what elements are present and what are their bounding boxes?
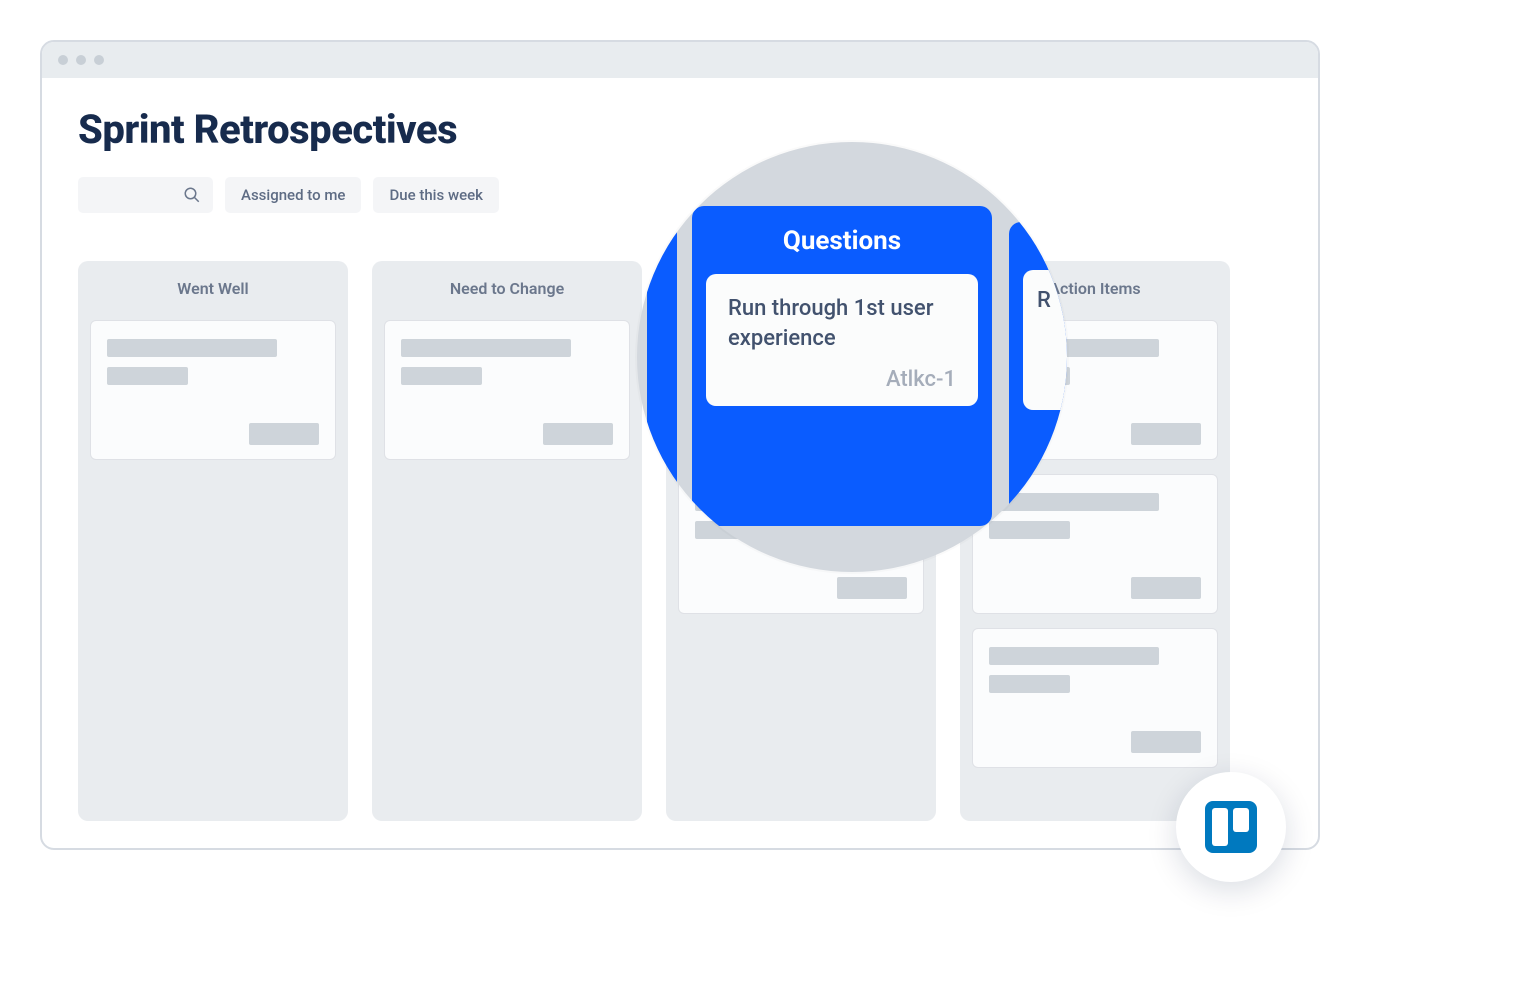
- window-dot: [94, 55, 104, 65]
- placeholder-line: [401, 367, 482, 385]
- zoom-card-peek-text: R: [1037, 288, 1067, 313]
- zoom-column-title: Questions: [706, 226, 978, 256]
- window-dot: [76, 55, 86, 65]
- trello-icon-col: [1233, 808, 1249, 832]
- card[interactable]: [384, 320, 630, 460]
- window-titlebar: [42, 42, 1318, 78]
- placeholder-line: [989, 647, 1159, 665]
- card[interactable]: [90, 320, 336, 460]
- zoom-column-peek-left: [647, 222, 677, 562]
- zoom-card[interactable]: Run through 1st user experience Atlkc-1: [706, 274, 978, 406]
- zoom-column-questions: Questions Run through 1st user experienc…: [692, 206, 992, 526]
- zoom-lens: Questions Run through 1st user experienc…: [637, 142, 1067, 572]
- trello-icon: [1205, 801, 1257, 853]
- placeholder-tag: [837, 577, 907, 599]
- placeholder-tag: [1131, 731, 1201, 753]
- app-window: Sprint Retrospectives Assigned to me Due…: [40, 40, 1320, 850]
- placeholder-tag: [1131, 423, 1201, 445]
- placeholder-tag: [543, 423, 613, 445]
- card[interactable]: [972, 628, 1218, 768]
- column-went-well: Went Well: [78, 261, 348, 821]
- filter-assigned-to-me[interactable]: Assigned to me: [225, 177, 361, 213]
- column-need-to-change: Need to Change: [372, 261, 642, 821]
- zoom-card-peek: R: [1023, 270, 1067, 410]
- filter-due-this-week[interactable]: Due this week: [373, 177, 499, 213]
- trello-badge: [1176, 772, 1286, 882]
- column-title: Need to Change: [384, 279, 630, 298]
- placeholder-line: [989, 675, 1070, 693]
- placeholder-line: [401, 339, 571, 357]
- placeholder-tag: [1131, 577, 1201, 599]
- column-title: Went Well: [90, 279, 336, 298]
- zoom-card-text: Run through 1st user experience: [728, 294, 956, 353]
- zoom-column-peek-right: R: [1009, 222, 1067, 562]
- window-dot: [58, 55, 68, 65]
- placeholder-line: [107, 367, 188, 385]
- trello-icon-col: [1212, 808, 1228, 846]
- search-input[interactable]: [78, 177, 213, 213]
- search-icon: [183, 186, 201, 204]
- zoom-card-id: Atlkc-1: [728, 367, 956, 392]
- placeholder-line: [107, 339, 277, 357]
- placeholder-tag: [249, 423, 319, 445]
